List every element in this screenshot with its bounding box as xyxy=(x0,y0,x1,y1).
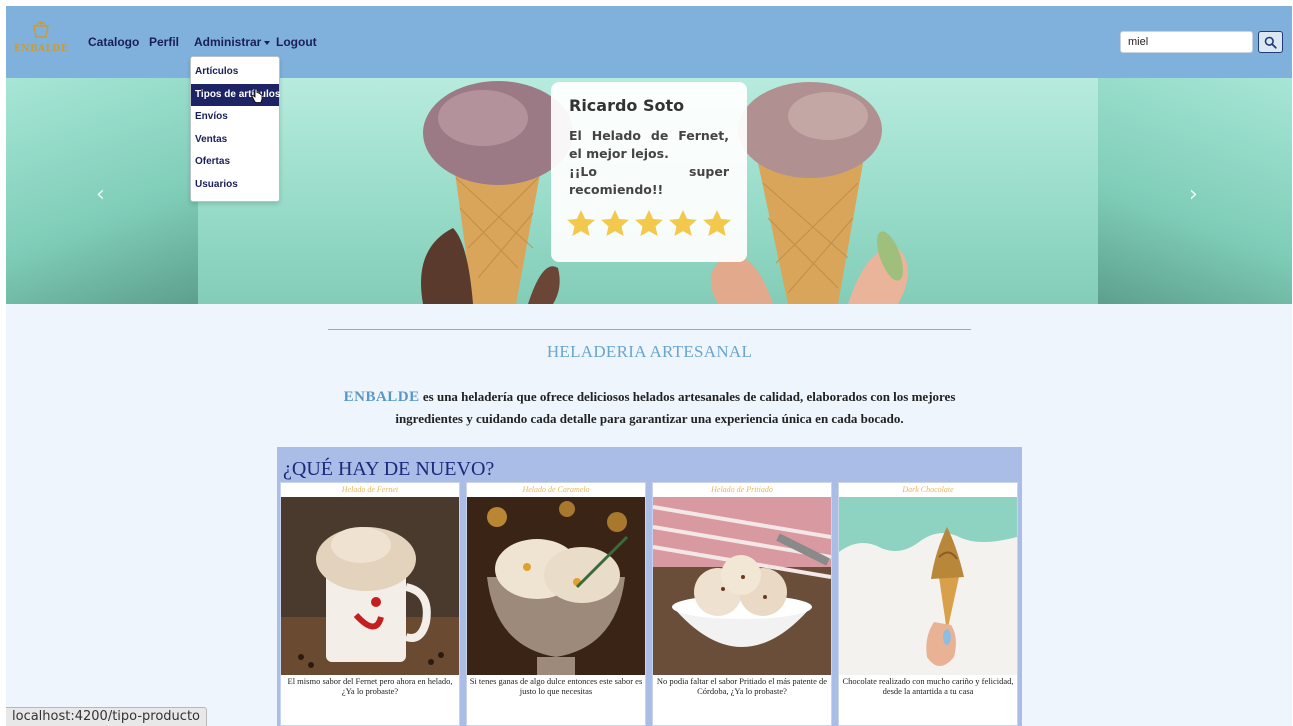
menu-item-usuarios[interactable]: Usuarios xyxy=(191,174,279,197)
menu-item-tipos-de-articulos[interactable]: Tipos de artículos xyxy=(191,83,281,106)
card-image xyxy=(281,497,459,675)
intro-brand-word: ENBALDE xyxy=(343,389,420,405)
page: ENBALDE Catalogo Perfil Administrar Logo… xyxy=(6,6,1292,726)
intro-text: es una heladería que ofrece deliciosos h… xyxy=(395,389,956,426)
section-divider xyxy=(328,329,971,330)
product-card-dark-chocolate[interactable]: Dark Chocolate Chocolate realizado con m… xyxy=(838,482,1018,726)
news-title: ¿QUÉ HAY DE NUEVO? xyxy=(283,458,495,480)
card-image xyxy=(839,497,1017,675)
card-title: Helado de Fernet xyxy=(341,485,399,494)
caramel-ice-cream-image xyxy=(467,497,645,675)
brand-name: ENBALDE xyxy=(13,44,69,54)
nav-administrar[interactable]: Administrar xyxy=(194,35,271,49)
star-icon xyxy=(635,210,663,236)
product-card-fernet[interactable]: Helado de Fernet El mismo sabor del Fern… xyxy=(280,482,460,726)
menu-item-envios[interactable]: Envíos xyxy=(191,106,279,129)
card-title: Dark Chocolate xyxy=(902,485,954,494)
review-text: El Helado de Fernet, el mejor lejos. ¡¡L… xyxy=(569,127,729,199)
carousel-prev-button[interactable]: ‹ xyxy=(96,182,105,207)
news-section: ¿QUÉ HAY DE NUEVO? Helado de Fernet El m xyxy=(277,447,1022,726)
pritiado-ice-cream-image xyxy=(653,497,831,675)
star-icon xyxy=(567,210,595,236)
card-description: No podia faltar el sabor Pritiado el más… xyxy=(656,676,828,696)
card-image xyxy=(467,497,645,675)
card-title: Helado de Pritiado xyxy=(711,485,773,494)
card-description: Chocolate realizado con mucho cariño y f… xyxy=(842,676,1014,696)
card-description: El mismo sabor del Fernet pero ahora en … xyxy=(287,676,453,696)
search-input[interactable] xyxy=(1120,31,1253,53)
card-image xyxy=(653,497,831,675)
intro-paragraph: ENBALDE es una heladería que ofrece deli… xyxy=(328,386,971,429)
nav-logout[interactable]: Logout xyxy=(276,35,317,49)
menu-item-label: Tipos de artículos xyxy=(195,88,281,100)
star-icon xyxy=(601,210,629,236)
fernet-ice-cream-image xyxy=(281,497,459,675)
card-title: Helado de Caramelo xyxy=(522,485,590,494)
menu-item-articulos[interactable]: Artículos xyxy=(191,61,279,84)
card-description: Si tenes ganas de algo dulce entonces es… xyxy=(469,676,643,696)
review-text-line: ¡¡Lo super recomiendo!! xyxy=(569,164,729,197)
star-icon xyxy=(703,210,731,236)
review-text-line: El Helado de Fernet, el mejor lejos. xyxy=(569,128,729,161)
nav-catalogo[interactable]: Catalogo xyxy=(88,35,139,49)
product-card-caramelo[interactable]: Helado de Caramelo Si tenes ganas de alg… xyxy=(466,482,646,726)
product-card-pritiado[interactable]: Helado de Pritiado No podia faltar el sa… xyxy=(652,482,832,726)
nav-perfil[interactable]: Perfil xyxy=(149,35,179,49)
brand-logo[interactable]: ENBALDE xyxy=(12,18,70,62)
review-author: Ricardo Soto xyxy=(569,96,685,115)
search-icon xyxy=(1264,36,1277,49)
caret-down-icon xyxy=(264,40,271,45)
star-icon xyxy=(669,210,697,236)
section-title: HELADERIA ARTESANAL xyxy=(546,342,753,361)
menu-item-ventas[interactable]: Ventas xyxy=(191,129,279,152)
review-card: Ricardo Soto El Helado de Fernet, el mej… xyxy=(551,82,747,262)
search-button[interactable] xyxy=(1258,31,1283,53)
carousel-next-button[interactable]: › xyxy=(1189,182,1198,207)
browser-status-bar-url: localhost:4200/tipo-producto xyxy=(6,707,207,726)
rating-stars xyxy=(565,208,733,240)
nav-administrar-label: Administrar xyxy=(194,35,262,49)
bucket-icon xyxy=(33,21,49,38)
admin-dropdown-menu: Artículos Tipos de artículos Envíos Vent… xyxy=(190,56,280,202)
menu-item-ofertas[interactable]: Ofertas xyxy=(191,151,279,174)
dark-chocolate-ice-cream-image xyxy=(839,497,1017,675)
hand-cursor-icon xyxy=(251,88,263,103)
